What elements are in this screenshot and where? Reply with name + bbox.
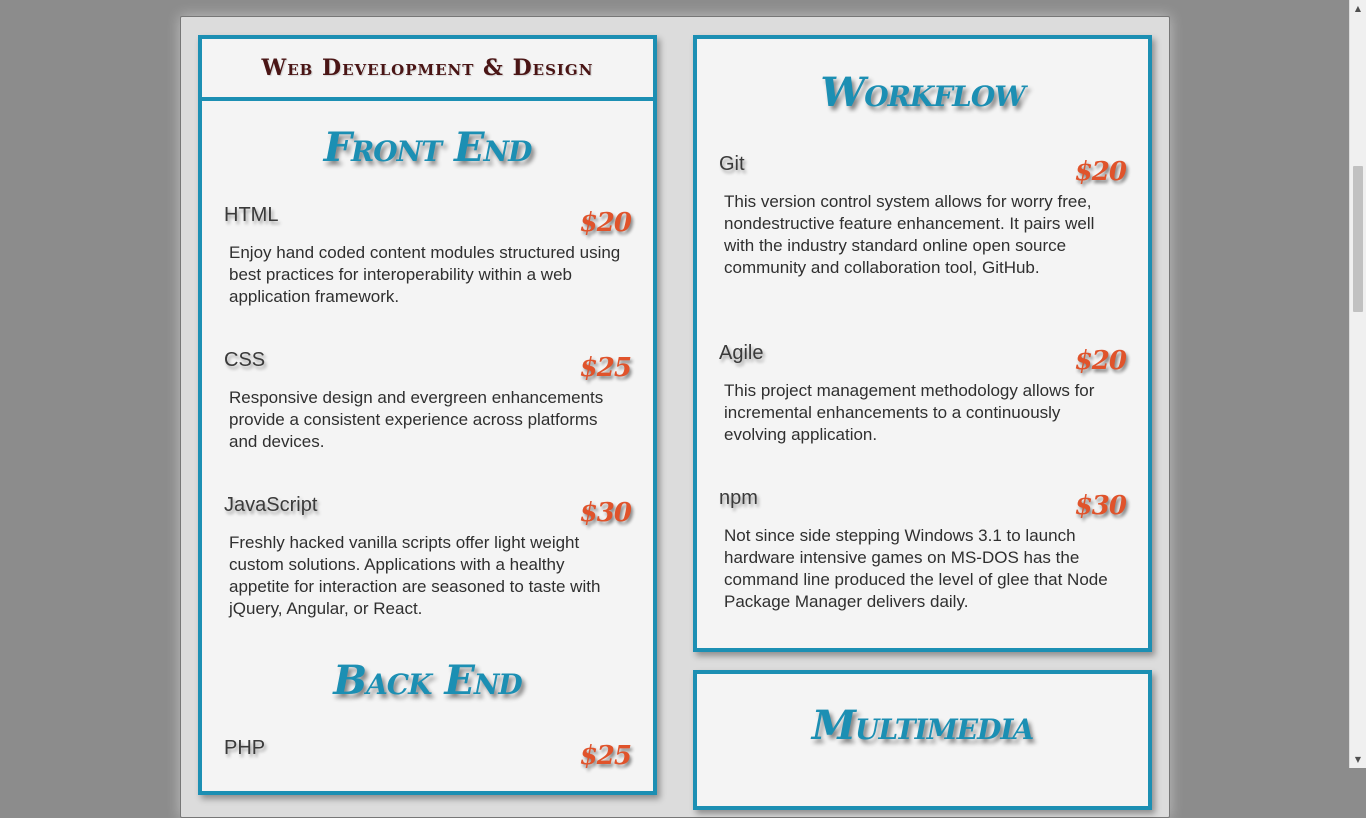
item-name: npm (719, 487, 758, 509)
item-price: $25 (579, 353, 632, 383)
item-description: Not since side stepping Windows 3.1 to l… (724, 526, 1108, 611)
item-price: $25 (579, 741, 632, 771)
item-description: Freshly hacked vanilla scripts offer lig… (229, 533, 601, 618)
item-name: Agile (719, 342, 764, 364)
menu-item-php: PHP $25 (202, 737, 653, 777)
menu-item-html: HTML $20 Enjoy hand coded content module… (202, 204, 653, 314)
item-price: $20 (1074, 346, 1127, 376)
back-end-section: Back End (202, 657, 653, 704)
item-price: $30 (579, 498, 632, 528)
item-description: This version control system allows for w… (724, 192, 1095, 277)
front-end-title: Front End (323, 124, 533, 171)
item-name: JavaScript (224, 494, 318, 516)
item-name: CSS (224, 349, 266, 371)
menu-header: Web Development & Design (202, 39, 653, 101)
workflow-card: Workflow Git $20 This version control sy… (693, 35, 1152, 652)
scroll-thumb[interactable] (1353, 166, 1363, 312)
item-name: PHP (224, 737, 266, 759)
web-dev-menu-card: Web Development & Design Front End HTML … (198, 35, 657, 795)
front-end-section: Front End (202, 124, 653, 171)
menu-item-javascript: JavaScript $30 Freshly hacked vanilla sc… (202, 494, 653, 634)
menu-title: Web Development & Design (261, 55, 594, 81)
workflow-title: Workflow (820, 69, 1025, 116)
scroll-up-icon[interactable]: ▲ (1350, 0, 1366, 17)
workflow-section: Workflow (697, 69, 1148, 116)
item-description: Enjoy hand coded content modules structu… (229, 243, 621, 306)
item-description: This project management methodology allo… (724, 381, 1095, 444)
scroll-down-icon[interactable]: ▼ (1350, 751, 1366, 768)
item-name: Git (719, 153, 745, 175)
vertical-scrollbar[interactable]: ▲ ▼ (1349, 0, 1366, 768)
menu-item-npm: npm $30 Not since side stepping Windows … (697, 487, 1148, 617)
multimedia-title: Multimedia (811, 702, 1034, 749)
multimedia-section: Multimedia (697, 702, 1148, 749)
item-name: HTML (224, 204, 279, 226)
item-description: Responsive design and evergreen enhancem… (229, 388, 604, 451)
menu-item-git: Git $20 This version control system allo… (697, 153, 1148, 303)
item-price: $20 (579, 208, 632, 238)
menu-item-agile: Agile $20 This project management method… (697, 342, 1148, 452)
menu-item-css: CSS $25 Responsive design and evergreen … (202, 349, 653, 459)
back-end-title: Back End (333, 657, 522, 704)
multimedia-card: Multimedia (693, 670, 1152, 810)
item-price: $30 (1074, 491, 1127, 521)
item-price: $20 (1074, 157, 1127, 187)
